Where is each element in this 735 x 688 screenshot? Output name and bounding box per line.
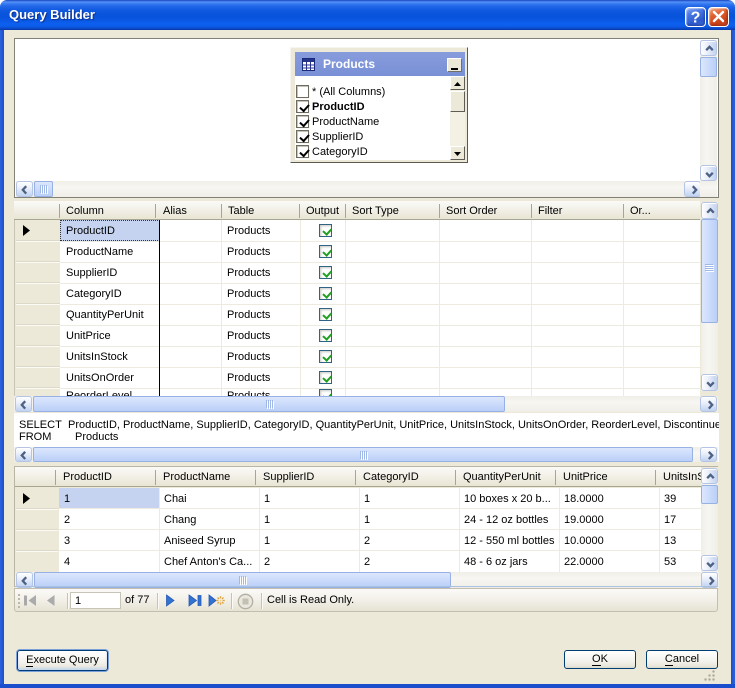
svg-text:?: ? <box>691 10 701 27</box>
